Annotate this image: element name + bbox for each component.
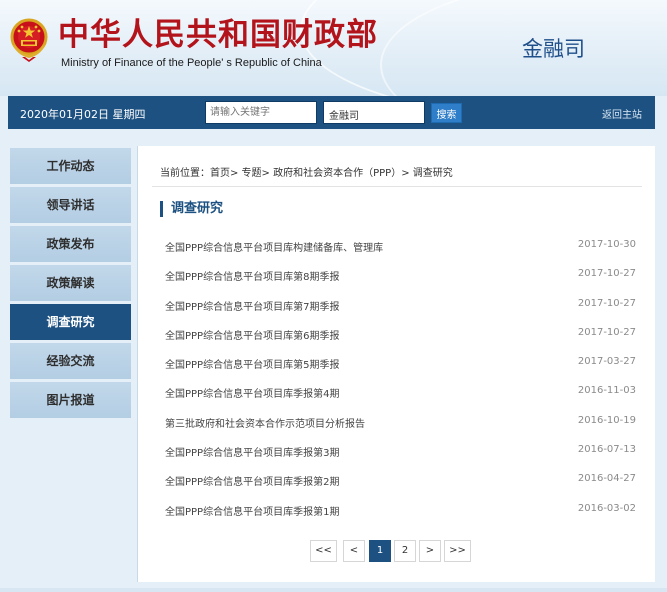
article-date: 2017-10-30 (577, 239, 636, 250)
article-link[interactable]: 全国PPP综合信息平台项目库第8期季报 (165, 268, 339, 283)
next-page-button[interactable]: > (419, 540, 441, 562)
return-main-site-link[interactable]: 返回主站 (602, 106, 642, 121)
sidebar-item-policy-interpretation[interactable]: 政策解读 (10, 265, 131, 301)
sidebar-item-research[interactable]: 调查研究 (10, 304, 131, 340)
article-link[interactable]: 全国PPP综合信息平台项目库季报第4期 (165, 385, 339, 400)
sidebar-item-work-news[interactable]: 工作动态 (10, 148, 131, 184)
article-date: 2016-03-02 (577, 502, 636, 514)
article-date: 2016-11-03 (577, 385, 636, 397)
article-date: 2016-04-27 (577, 473, 636, 485)
article-link[interactable]: 全国PPP综合信息平台项目库季报第2期 (165, 473, 339, 488)
list-item: 全国PPP综合信息平台项目库第6期季报 2017-10-27 (138, 320, 656, 349)
pagination: << < 1 2 > >> (138, 540, 656, 564)
search-scope-select[interactable]: 金融司 (323, 101, 425, 124)
sidebar-nav: 工作动态 领导讲话 政策发布 政策解读 调查研究 经验交流 图片报道 (10, 148, 131, 421)
list-item: 全国PPP综合信息平台项目库季报第1期 2016-03-02 (138, 496, 656, 525)
department-name: 金融司 (522, 37, 585, 61)
article-link[interactable]: 第三批政府和社会资本合作示范项目分析报告 (165, 415, 365, 430)
main-content: 当前位置：首页> 专题> 政府和社会资本合作（PPP）> 调查研究 调查研究 全… (137, 146, 655, 582)
national-emblem-icon (10, 18, 48, 62)
article-list: 全国PPP综合信息平台项目库构建储备库、管理库 2017-10-30 全国PPP… (138, 232, 656, 525)
article-date: 2016-10-19 (577, 414, 636, 426)
article-date: 2017-10-27 (577, 326, 636, 338)
list-item: 全国PPP综合信息平台项目库季报第3期 2016-07-13 (138, 437, 656, 466)
last-page-button[interactable]: >> (444, 540, 471, 562)
article-link[interactable]: 全国PPP综合信息平台项目库第6期季报 (165, 327, 339, 342)
search-input[interactable] (205, 101, 317, 124)
page-button-2[interactable]: 2 (394, 540, 416, 562)
page-button-1[interactable]: 1 (369, 540, 391, 562)
current-date: 2020年01月02日 星期四 (20, 108, 146, 121)
footer-divider (0, 588, 667, 592)
article-date: 2017-10-27 (577, 268, 636, 280)
list-item: 全国PPP综合信息平台项目库季报第4期 2016-11-03 (138, 378, 656, 407)
list-item: 全国PPP综合信息平台项目库第7期季报 2017-10-27 (138, 291, 656, 320)
article-link[interactable]: 全国PPP综合信息平台项目库季报第1期 (165, 503, 339, 518)
site-header: 中华人民共和国财政部 Ministry of Finance of the Pe… (0, 0, 667, 96)
list-item: 全国PPP综合信息平台项目库第8期季报 2017-10-27 (138, 261, 656, 290)
article-link[interactable]: 全国PPP综合信息平台项目库第7期季报 (165, 298, 339, 313)
article-date: 2017-10-27 (577, 297, 636, 309)
list-item: 全国PPP综合信息平台项目库第5期季报 2017-03-27 (138, 349, 656, 378)
article-link[interactable]: 全国PPP综合信息平台项目库季报第3期 (165, 444, 339, 459)
article-link[interactable]: 全国PPP综合信息平台项目库构建储备库、管理库 (165, 239, 383, 254)
article-link[interactable]: 全国PPP综合信息平台项目库第5期季报 (165, 356, 339, 371)
site-title-cn: 中华人民共和国财政部 (58, 17, 378, 53)
article-date: 2016-07-13 (577, 444, 636, 456)
list-item: 第三批政府和社会资本合作示范项目分析报告 2016-10-19 (138, 408, 656, 437)
section-title: 调查研究 (160, 201, 223, 217)
first-page-button[interactable]: << (310, 540, 337, 562)
prev-page-button[interactable]: < (343, 540, 365, 562)
article-date: 2017-03-27 (577, 356, 636, 368)
sidebar-item-policy-release[interactable]: 政策发布 (10, 226, 131, 262)
divider (152, 186, 642, 187)
list-item: 全国PPP综合信息平台项目库季报第2期 2016-04-27 (138, 466, 656, 495)
sidebar-item-photo-reports[interactable]: 图片报道 (10, 382, 131, 418)
sidebar-item-experience-exchange[interactable]: 经验交流 (10, 343, 131, 379)
search-button[interactable]: 搜索 (431, 103, 462, 123)
breadcrumb: 当前位置：首页> 专题> 政府和社会资本合作（PPP）> 调查研究 (160, 168, 453, 179)
top-toolbar: 2020年01月02日 星期四 金融司 搜索 返回主站 (8, 96, 655, 129)
site-title-en: Ministry of Finance of the People' s Rep… (61, 57, 322, 69)
list-item: 全国PPP综合信息平台项目库构建储备库、管理库 2017-10-30 (138, 232, 656, 261)
sidebar-item-leader-speeches[interactable]: 领导讲话 (10, 187, 131, 223)
